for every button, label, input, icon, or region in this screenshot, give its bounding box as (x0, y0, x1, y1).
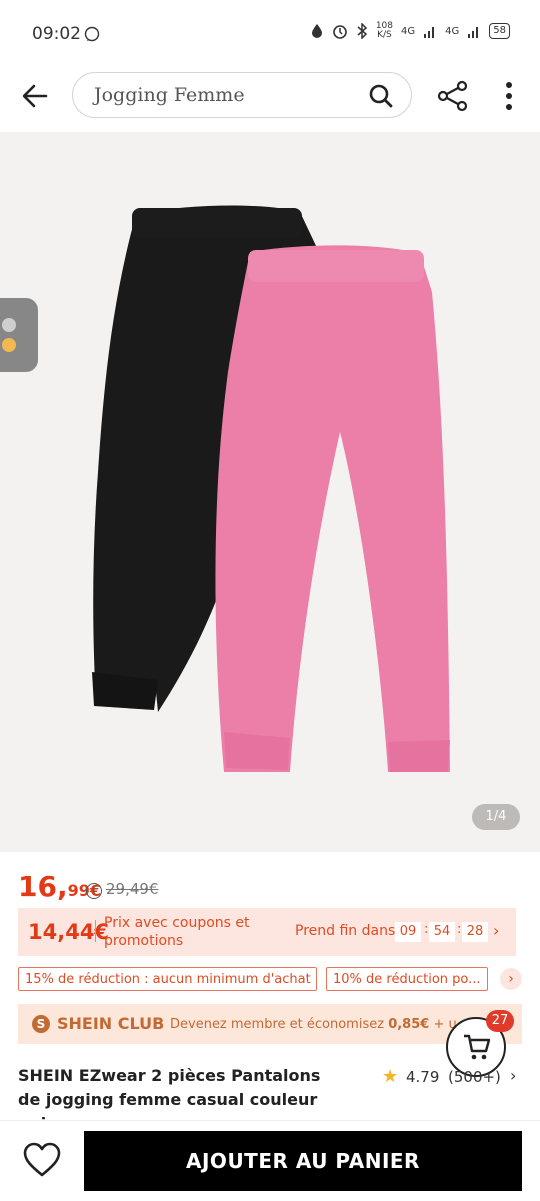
signal-icon (424, 27, 435, 38)
coupon-description: Prix avec coupons et promotions (104, 915, 250, 949)
countdown-minutes: 54 (429, 922, 455, 942)
product-image-gallery[interactable] (0, 132, 540, 852)
countdown-colon: : (424, 922, 429, 937)
shein-club-name: SHEIN CLUB (57, 1014, 165, 1033)
wishlist-heart-icon[interactable] (22, 1142, 62, 1178)
water-drop-icon (311, 24, 322, 38)
price-info-icon[interactable]: i (86, 883, 102, 899)
bluetooth-icon (357, 23, 367, 39)
coupon-price: 14,44€ (28, 920, 110, 944)
search-icon[interactable] (368, 83, 394, 109)
countdown-seconds: 28 (462, 922, 488, 942)
back-arrow-icon[interactable] (20, 82, 50, 110)
gallery-page-counter: 1/4 (472, 804, 520, 830)
more-options-icon[interactable] (503, 80, 515, 112)
add-to-cart-button[interactable]: AJOUTER AU PANIER (84, 1131, 522, 1191)
coupon-divider (95, 920, 96, 942)
status-time: 09:02 (32, 24, 81, 44)
widget-dot-icon (2, 318, 16, 332)
review-count[interactable]: (500+) (448, 1068, 501, 1086)
countdown-colon: : (457, 922, 462, 937)
cart-count-badge: 27 (486, 1010, 514, 1032)
alarm-icon (333, 25, 347, 39)
signal-1-label: 4G (401, 25, 416, 37)
tags-more-chevron-icon[interactable]: › (500, 968, 522, 990)
whatsapp-icon (84, 26, 100, 42)
chevron-right-icon: › (493, 921, 500, 940)
countdown-label: Prend fin dans (295, 923, 396, 939)
battery-indicator: 58 (489, 23, 510, 39)
discount-tag-2[interactable]: 10% de réduction po... (326, 967, 488, 991)
rating-value[interactable]: 4.79 (406, 1068, 439, 1086)
countdown-hours: 09 (395, 922, 421, 942)
status-icons: 108 K/S 4G 4G 58 (310, 22, 510, 40)
signal-2-label: 4G (445, 25, 460, 37)
network-speed: 108 K/S (375, 21, 394, 40)
share-icon[interactable] (436, 80, 470, 112)
product-image (92, 205, 450, 773)
shein-club-text: Devenez membre et économisez 0,85€ + u (170, 1017, 457, 1032)
star-icon: ★ (382, 1066, 399, 1087)
cart-icon (464, 1034, 491, 1060)
reviews-chevron-icon[interactable]: › (510, 1066, 516, 1085)
signal-icon-2 (468, 27, 479, 38)
widget-coin-icon (2, 338, 16, 352)
discount-tag-1[interactable]: 15% de réduction : aucun minimum d'achat (18, 967, 317, 991)
floating-side-widget[interactable] (0, 298, 38, 372)
original-price: 29,49€ (106, 880, 159, 898)
shein-club-badge-icon: S (32, 1015, 50, 1033)
search-value: Jogging Femme (94, 84, 245, 106)
